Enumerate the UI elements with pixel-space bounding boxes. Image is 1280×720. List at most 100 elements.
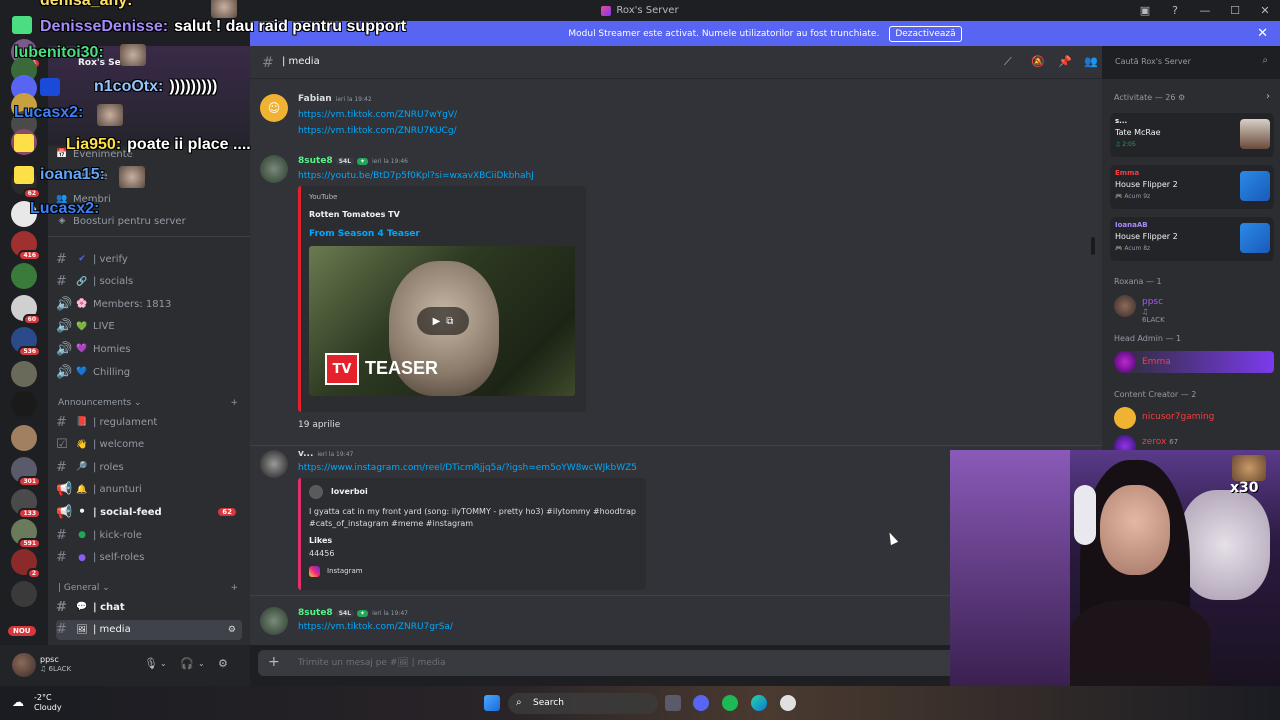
channel-item[interactable]: 🔊 💜 Homies: [56, 339, 242, 359]
message-author[interactable]: 8sute8 S4L ✦ ieri la 19:47: [298, 608, 408, 618]
close-window-button[interactable]: ✕: [1250, 0, 1280, 21]
channel-item[interactable]: # ✔ | verify: [56, 249, 242, 269]
message-author[interactable]: v... ieri la 19:47: [298, 449, 353, 459]
spotify-icon[interactable]: [722, 695, 738, 711]
file-explorer-icon[interactable]: [665, 695, 681, 711]
likes-label: Likes: [309, 536, 333, 545]
channel-settings-icon[interactable]: ⚙: [228, 625, 236, 635]
embed-author[interactable]: loverboi: [331, 487, 368, 496]
disable-streamer-button[interactable]: Dezactivează: [889, 25, 962, 42]
voice-channel-icon: 🔊: [56, 296, 73, 312]
video-thumbnail[interactable]: ▶ ⧉ TV TEASER: [309, 246, 575, 396]
message-author[interactable]: 8sute8 S4L ✦ ieri la 19:46: [298, 156, 408, 166]
channel-item[interactable]: ☑ 👋 | welcome: [56, 435, 242, 455]
server-icon[interactable]: 536: [11, 327, 41, 357]
message-link[interactable]: https://vm.tiktok.com/ZNRU7KUCg/: [298, 126, 457, 136]
activity-card[interactable]: IoanaAB House Flipper 2 🎮 Acum 8z: [1110, 217, 1274, 261]
server-icon[interactable]: 133: [11, 489, 41, 519]
overlay-chat-line: DenisseDenisse: salut ! dau raid pentru s…: [40, 18, 406, 36]
server-icon[interactable]: 591: [11, 519, 41, 549]
channel-item[interactable]: # ● | self-roles: [56, 548, 242, 568]
server-search[interactable]: Caută Rox's Server ⌕: [1110, 52, 1274, 72]
server-icon[interactable]: [11, 391, 37, 417]
embed-title[interactable]: From Season 4 Teaser: [309, 229, 420, 239]
scrollbar-thumb[interactable]: [1091, 237, 1095, 255]
chrome-icon[interactable]: [780, 695, 796, 711]
activity-card[interactable]: Emma House Flipper 2 🎮 Acum 9z: [1110, 165, 1274, 209]
message-link[interactable]: https://vm.tiktok.com/ZNRU7wYgV/: [298, 110, 457, 120]
server-icon[interactable]: 60: [11, 295, 41, 325]
chevron-down-icon[interactable]: ⌄: [198, 659, 205, 668]
add-channel-icon[interactable]: +: [230, 398, 238, 408]
avatar[interactable]: [260, 155, 288, 183]
server-icon[interactable]: [11, 425, 37, 451]
discord-window: { "window": {"title": "Rox's Server", "m…: [0, 0, 1280, 720]
help-icon[interactable]: ?: [1160, 0, 1190, 21]
hash-icon: #: [56, 274, 67, 290]
channel-item[interactable]: 📢 ⚫ | social-feed 62: [56, 502, 242, 522]
member-list-icon[interactable]: 👥: [1084, 55, 1098, 68]
server-icon[interactable]: 416: [11, 231, 41, 261]
pin-icon[interactable]: 📌: [1058, 55, 1072, 68]
channel-item[interactable]: # 🔗 | socials: [56, 272, 242, 292]
chevron-right-icon[interactable]: ›: [1266, 91, 1270, 102]
weather-widget[interactable]: ☁ -2°C Cloudy: [12, 693, 62, 713]
channel-item[interactable]: 📢 🔔 | anunturi: [56, 480, 242, 500]
windows-start-icon[interactable]: [484, 695, 500, 711]
avatar[interactable]: [260, 450, 288, 478]
message-link[interactable]: https://vm.tiktok.com/ZNRU7grSa/: [298, 622, 453, 632]
channel-item[interactable]: 🔊 🌸 Members: 1813: [56, 294, 242, 314]
gear-icon[interactable]: ⚙: [218, 657, 228, 670]
search-input[interactable]: Caută Rox's Server: [1115, 57, 1191, 66]
channel-item[interactable]: 🔊 💚 LIVE: [56, 317, 242, 337]
channel-item[interactable]: # ● | kick-role: [56, 525, 242, 545]
user-name: ppsc: [40, 655, 59, 664]
category-general[interactable]: | General ⌄ +: [58, 583, 238, 593]
edge-icon[interactable]: [751, 695, 767, 711]
overlay-chat-user: lubenitoi30:: [14, 44, 104, 61]
emote-image: [119, 166, 145, 188]
server-icon[interactable]: 2: [11, 549, 41, 579]
channel-item[interactable]: 🔊 💙 Chilling: [56, 362, 242, 382]
message-author[interactable]: Fabian ieri la 19:42: [298, 94, 372, 104]
minimize-button[interactable]: —: [1190, 0, 1220, 21]
chevron-down-icon[interactable]: ⌄: [160, 659, 167, 668]
category-announcements[interactable]: Announcements ⌄ +: [58, 398, 238, 408]
server-icon[interactable]: [11, 263, 37, 289]
taskbar-search[interactable]: ⌕ Search: [508, 693, 658, 714]
headphones-icon[interactable]: 🎧: [180, 657, 194, 670]
channel-item[interactable]: # 🖼 | media ⚙: [56, 619, 242, 640]
mute-icon[interactable]: 🔕: [1031, 55, 1045, 68]
channel-item[interactable]: # 📕 | regulament: [56, 412, 242, 432]
channel-item[interactable]: # 💬 | chat: [56, 597, 242, 617]
discord-icon[interactable]: [693, 695, 709, 711]
add-attachment-icon[interactable]: +: [268, 654, 280, 670]
threads-icon[interactable]: ⟋: [1004, 55, 1012, 69]
microphone-icon[interactable]: 🎙: [144, 657, 158, 670]
hash-icon: #: [56, 622, 67, 638]
avatar[interactable]: ☺: [260, 94, 288, 122]
channel-item[interactable]: # 🔎 | roles: [56, 457, 242, 477]
server-icon[interactable]: 301: [11, 457, 41, 487]
server-icon[interactable]: [11, 361, 37, 387]
embed-provider: YouTube: [309, 193, 338, 201]
activity-sub: ♫ 2:05: [1115, 141, 1136, 148]
add-channel-icon[interactable]: +: [230, 583, 238, 593]
channel-label: LIVE: [93, 321, 115, 333]
channel-emoji-icon: 💜: [76, 344, 88, 355]
inbox-icon[interactable]: ▣: [1130, 0, 1160, 21]
play-button[interactable]: ▶ ⧉: [417, 307, 469, 335]
embed-author[interactable]: Rotten Tomatoes TV: [309, 210, 400, 219]
member-row[interactable]: Emma: [1114, 351, 1274, 373]
hash-icon: #: [56, 459, 67, 475]
message-input[interactable]: Trimite un mesaj pe #🖼 | media: [298, 658, 446, 668]
message-link[interactable]: https://www.instagram.com/reel/DTicmRjjq…: [298, 463, 637, 473]
activity-card[interactable]: s... Tate McRae ♫ 2:05: [1110, 113, 1274, 157]
avatar[interactable]: [12, 653, 36, 677]
avatar[interactable]: [260, 607, 288, 635]
server-icon[interactable]: [11, 581, 37, 607]
maximize-button[interactable]: ☐: [1220, 0, 1250, 21]
banner-close-icon[interactable]: ✕: [1257, 26, 1268, 41]
message-link[interactable]: https://youtu.be/BtD7p5f0Kpl?si=wxavXBCi…: [298, 171, 534, 181]
channel-label: | kick-role: [93, 529, 142, 541]
